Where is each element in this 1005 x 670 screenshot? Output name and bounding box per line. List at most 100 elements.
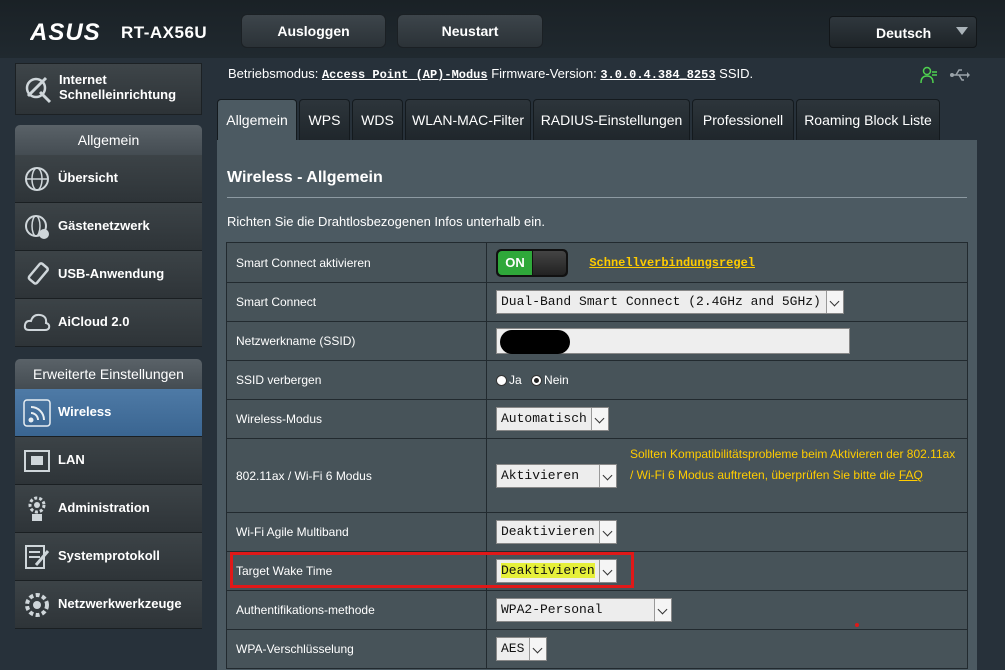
asus-logo: ASUS: [30, 19, 101, 46]
chevron-down-icon: [826, 291, 843, 313]
row-label: Wi-Fi Agile Multiband: [226, 512, 487, 552]
chevron-down-icon: [529, 638, 546, 660]
tab-wps[interactable]: WPS: [299, 99, 350, 141]
usb-status-icon[interactable]: [950, 68, 970, 82]
tab-mac-filter[interactable]: WLAN-MAC-Filter: [405, 99, 531, 141]
menu-item-usb-application[interactable]: USB-Anwendung: [15, 251, 202, 299]
page-description: Richten Sie die Drahtlosbezogenen Infos …: [227, 214, 545, 229]
row-label: Netzwerkname (SSID): [226, 321, 487, 361]
faq-link[interactable]: FAQ: [899, 468, 923, 482]
smart-connect-rule-link[interactable]: Schnellverbindungsregel: [589, 256, 755, 270]
page-title: Wireless - Allgemein: [227, 169, 383, 186]
quick-setup-button[interactable]: Internet Schnelleinrichtung: [15, 63, 202, 115]
client-status-icon[interactable]: [920, 66, 938, 84]
smart-connect-toggle[interactable]: ON: [496, 248, 568, 277]
firmware-label: Firmware-Version:: [491, 66, 597, 81]
ssid-label: SSID.: [719, 66, 754, 81]
table-row: SSID verbergen Ja Nein: [226, 360, 968, 400]
table-row: WPA-Verschlüsselung AES: [226, 629, 968, 669]
row-label: Wireless-Modus: [226, 399, 487, 439]
svg-text:ASUS: ASUS: [30, 19, 101, 46]
operation-mode-link[interactable]: Access Point (AP)-Modus: [322, 68, 488, 82]
guest-network-icon: [25, 215, 49, 239]
menu-item-guest-network[interactable]: Gästenetzwerk: [15, 203, 202, 251]
admin-gear-icon: [28, 496, 46, 521]
status-line: Betriebsmodus: Access Point (AP)-Modus F…: [228, 66, 753, 82]
menu-label: LAN: [58, 452, 85, 467]
tab-wds[interactable]: WDS: [352, 99, 403, 141]
quick-setup-line1: Internet: [59, 72, 107, 87]
row-label: WPA-Verschlüsselung: [226, 629, 487, 669]
firmware-link[interactable]: 3.0.0.4.384_8253: [600, 68, 715, 82]
router-model: RT-AX56U: [121, 23, 208, 42]
menu-item-overview[interactable]: Übersicht: [15, 155, 202, 203]
toggle-knob: [533, 250, 566, 275]
menu-label: USB-Anwendung: [58, 266, 165, 281]
menu-label: Übersicht: [58, 170, 118, 185]
menu-label: Netzwerkwerkzeuge: [58, 596, 182, 611]
menu-item-lan[interactable]: LAN: [15, 437, 202, 485]
select-value: Deaktivieren: [501, 524, 595, 539]
hide-ssid-yes-radio[interactable]: [496, 374, 507, 386]
table-row: Smart Connect aktivieren ON Schnellverbi…: [226, 242, 968, 283]
reboot-button[interactable]: Neustart: [397, 14, 543, 48]
menu-item-wireless[interactable]: Wireless: [15, 389, 202, 437]
tab-roaming-block[interactable]: Roaming Block Liste: [796, 99, 940, 141]
tab-professional[interactable]: Professionell: [692, 99, 794, 141]
chevron-down-icon: [591, 408, 608, 430]
logout-button[interactable]: Ausloggen: [241, 14, 386, 48]
top-bar: ASUS RT-AX56U Ausloggen Neustart Deutsch: [0, 0, 1005, 58]
lan-port-icon: [24, 450, 50, 472]
wpa-encryption-select[interactable]: AES: [496, 637, 547, 661]
row-label: Smart Connect aktivieren: [226, 242, 487, 283]
cloud-icon: [23, 313, 51, 331]
internet-wizard-icon: [25, 76, 52, 104]
select-value: WPA2-Personal: [501, 602, 603, 617]
annotation-dot: [855, 623, 859, 627]
advanced-section-header: Erweiterte Einstellungen: [15, 359, 202, 389]
table-row: Wi-Fi Agile Multiband Deaktivieren: [226, 512, 968, 552]
select-value: AES: [501, 641, 525, 656]
usb-icon: [27, 262, 49, 285]
smart-connect-select[interactable]: Dual-Band Smart Connect (2.4GHz and 5GHz…: [496, 290, 844, 314]
globe-icon: [25, 167, 49, 191]
menu-label: Systemprotokoll: [58, 548, 160, 563]
tab-radius[interactable]: RADIUS-Einstellungen: [533, 99, 690, 141]
hide-ssid-no-radio[interactable]: [531, 374, 543, 386]
select-value: Automatisch: [501, 411, 587, 426]
menu-item-network-tools[interactable]: Netzwerkwerkzeuge: [15, 581, 202, 629]
menu-item-system-log[interactable]: Systemprotokoll: [15, 533, 202, 581]
tools-gear-icon: [25, 593, 49, 617]
title-divider: [227, 197, 967, 198]
quick-setup-line2: Schnelleinrichtung: [59, 87, 177, 102]
tab-general[interactable]: Allgemein: [217, 99, 297, 141]
row-label: 802.11ax / Wi-Fi 6 Modus: [226, 438, 487, 513]
radio-label: Ja: [509, 373, 522, 388]
select-value: Aktivieren: [501, 467, 580, 483]
row-label: SSID verbergen: [226, 360, 487, 400]
table-row: Netzwerkname (SSID): [226, 321, 968, 361]
table-row: Smart Connect Dual-Band Smart Connect (2…: [226, 282, 968, 322]
agile-multiband-select[interactable]: Deaktivieren: [496, 520, 617, 544]
highlight-annotation-box: [230, 552, 634, 588]
auth-method-select[interactable]: WPA2-Personal: [496, 598, 672, 622]
menu-label: Gästenetzwerk: [58, 218, 150, 233]
menu-label: Wireless: [58, 404, 112, 419]
wifi-icon: [23, 399, 51, 427]
radio-label: Nein: [544, 373, 569, 388]
ax-mode-select[interactable]: Aktivieren: [496, 463, 617, 488]
chevron-down-icon: [956, 27, 968, 35]
menu-item-aicloud[interactable]: AiCloud 2.0: [15, 299, 202, 347]
language-select[interactable]: Deutsch: [829, 16, 977, 48]
redaction-mark: [500, 330, 570, 354]
toggle-on-label: ON: [498, 250, 532, 275]
row-label: Smart Connect: [226, 282, 487, 322]
menu-item-administration[interactable]: Administration: [15, 485, 202, 533]
operation-mode-label: Betriebsmodus:: [228, 66, 319, 81]
compatibility-warning: Sollten Kompatibilitätsprobleme beim Akt…: [630, 444, 960, 486]
chevron-down-icon: [654, 599, 671, 621]
ssid-input[interactable]: [496, 328, 850, 354]
menu-label: AiCloud 2.0: [58, 314, 130, 329]
wireless-mode-select[interactable]: Automatisch: [496, 407, 609, 431]
select-value: Dual-Band Smart Connect (2.4GHz and 5GHz…: [501, 294, 821, 309]
